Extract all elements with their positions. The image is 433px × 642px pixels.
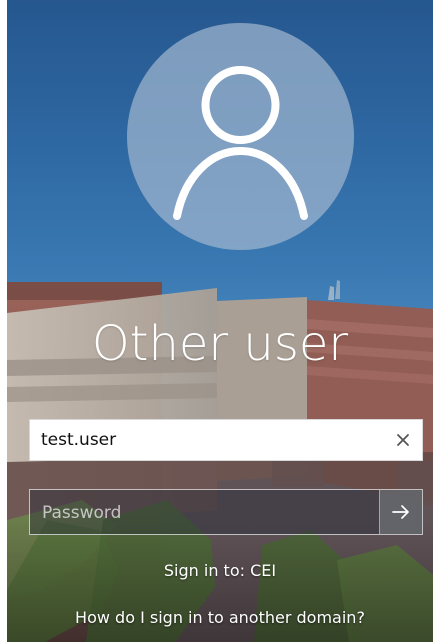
lock-screen: Other user test.user Sign in to: CEI How… [7,0,433,642]
password-field-container [29,489,423,536]
account-title: Other user [91,316,349,372]
password-field[interactable] [30,490,394,536]
username-field[interactable]: test.user [29,419,423,461]
close-icon[interactable] [392,429,414,451]
arrow-right-icon [392,505,409,519]
user-silhouette-icon [173,66,308,220]
user-avatar [127,23,354,250]
username-value[interactable]: test.user [41,430,116,450]
submit-button[interactable] [379,490,422,534]
sign-in-target: Sign in to: CEI [163,561,277,580]
another-domain-link[interactable]: How do I sign in to another domain? [7,608,433,628]
